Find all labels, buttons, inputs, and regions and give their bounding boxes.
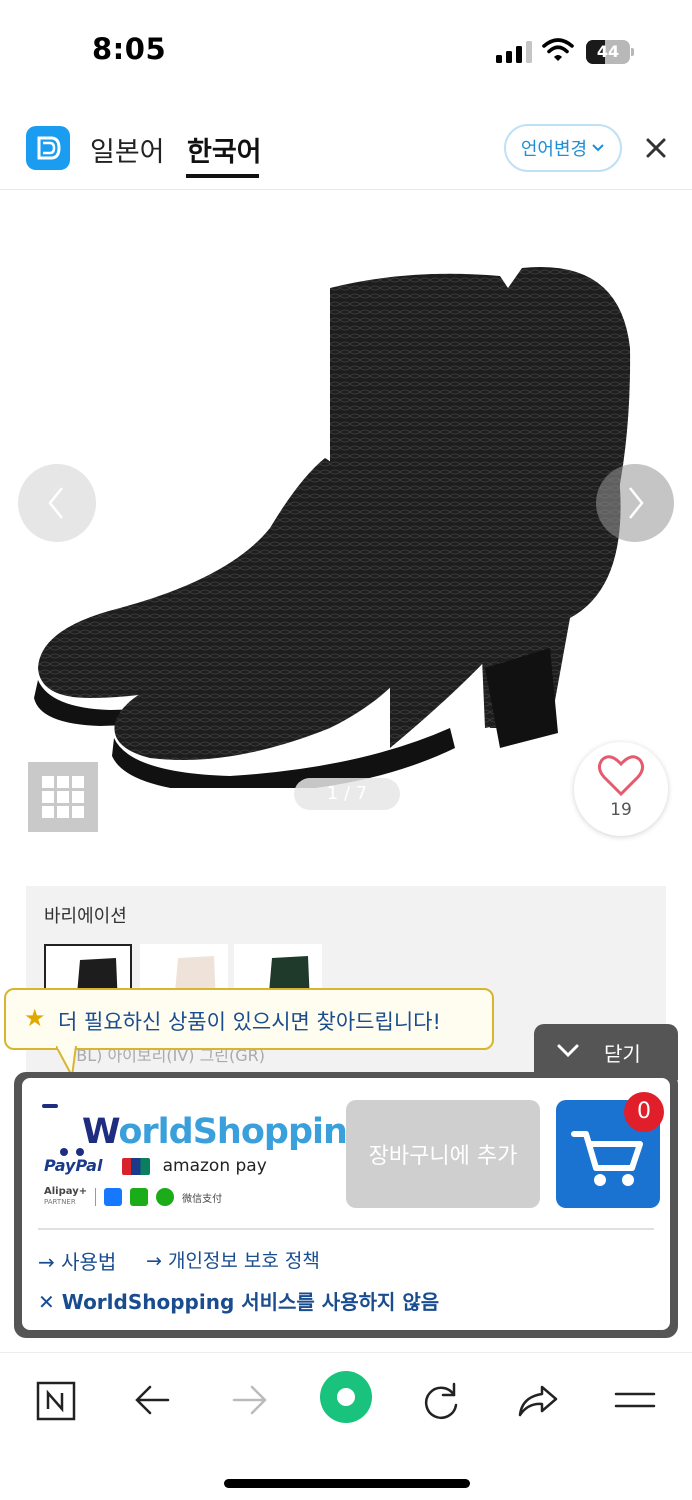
image-page-indicator: 1 / 7 xyxy=(294,778,400,810)
previous-image-button[interactable] xyxy=(18,464,96,542)
product-image-carousel[interactable]: 1 / 7 19 xyxy=(0,192,692,856)
forward-arrow-icon[interactable] xyxy=(224,1375,274,1425)
next-image-button[interactable] xyxy=(596,464,674,542)
alipay-label: Alipay+ xyxy=(44,1186,88,1197)
favorite-count: 19 xyxy=(610,800,632,820)
worldshopping-logo: WorldShopping xyxy=(40,1100,372,1158)
panel-divider xyxy=(38,1228,654,1230)
tab-japanese[interactable]: 일본어 xyxy=(90,130,165,169)
share-icon[interactable] xyxy=(512,1375,562,1425)
logo-letter-w: W xyxy=(82,1112,119,1152)
tab-korean[interactable]: 한국어 xyxy=(187,130,262,169)
status-time: 8:05 xyxy=(92,32,167,66)
wifi-icon xyxy=(542,38,574,61)
howto-link[interactable]: → 사용법 xyxy=(38,1246,116,1275)
back-arrow-icon[interactable] xyxy=(128,1375,178,1425)
language-change-button[interactable]: 언어변경 xyxy=(504,124,622,172)
wechat-label: 微信支付 xyxy=(182,1193,223,1205)
close-icon[interactable] xyxy=(642,134,670,162)
chevron-down-icon xyxy=(557,1044,579,1058)
chevron-right-icon xyxy=(629,487,644,519)
translation-header: 일본어 한국어 언어변경 xyxy=(0,100,692,190)
collapse-label: 닫기 xyxy=(604,1042,641,1066)
chevron-left-icon xyxy=(48,487,63,519)
naver-home-icon[interactable] xyxy=(30,1375,80,1425)
battery-level: 44 xyxy=(596,42,620,61)
gallery-grid-button[interactable] xyxy=(28,762,98,832)
naver-green-dot-icon[interactable] xyxy=(318,1369,374,1425)
home-indicator xyxy=(224,1479,470,1488)
language-change-label: 언어변경 xyxy=(520,139,588,160)
privacy-policy-link[interactable]: → 개인정보 보호 정책 xyxy=(146,1246,320,1273)
unionpay-icon xyxy=(121,1158,150,1175)
grid-icon xyxy=(42,776,84,818)
worldshopping-panel-content: WorldShopping PayPal amazon pay Alipay+ … xyxy=(22,1078,670,1330)
alipay-partner-label: PARTNER xyxy=(44,1198,76,1206)
worldshopping-panel: WorldShopping PayPal amazon pay Alipay+ … xyxy=(14,1072,678,1338)
amazonpay-label: amazon pay xyxy=(162,1156,267,1176)
cart-count-badge: 0 xyxy=(624,1092,664,1132)
tooltip-text: 더 필요하신 상품이 있으시면 찾아드립니다! xyxy=(58,1010,441,1034)
alipay-icon xyxy=(104,1188,123,1206)
help-tooltip: ★ 더 필요하신 상품이 있으시면 찾아드립니다! xyxy=(4,988,494,1050)
app-logo-icon xyxy=(26,126,70,170)
heart-icon xyxy=(597,755,645,797)
opt-out-link[interactable]: ✕ WorldShopping 서비스를 사용하지 않음 xyxy=(38,1286,439,1315)
battery-icon: 44 xyxy=(586,40,634,64)
chevron-down-icon xyxy=(592,144,604,152)
cellular-signal-icon xyxy=(496,41,532,63)
menu-icon[interactable] xyxy=(610,1375,660,1425)
star-icon: ★ xyxy=(24,1004,46,1032)
favorite-button[interactable]: 19 xyxy=(574,742,668,836)
logo-text: orldShopping xyxy=(118,1112,372,1152)
variation-title: 바리에이션 xyxy=(44,906,127,927)
paypal-label: PayPal xyxy=(44,1156,103,1175)
refresh-icon[interactable] xyxy=(416,1375,466,1425)
add-to-cart-button[interactable]: 장바구니에 추가 xyxy=(346,1100,540,1208)
active-tab-indicator xyxy=(186,174,259,178)
product-image xyxy=(34,267,631,788)
naverpay-icon xyxy=(130,1188,149,1206)
status-bar: 8:05 44 xyxy=(0,0,692,100)
browser-toolbar xyxy=(0,1352,692,1500)
payment-methods-secondary: Alipay+ PARTNER 微信支付 xyxy=(44,1186,222,1208)
payment-methods-primary: PayPal amazon pay xyxy=(44,1156,267,1176)
wechat-icon xyxy=(156,1188,175,1206)
